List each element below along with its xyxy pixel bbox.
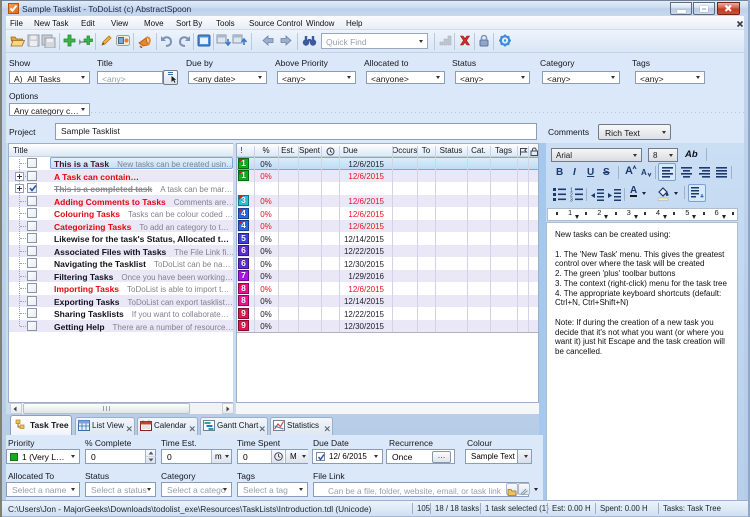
svg-text:3: 3	[570, 198, 573, 203]
